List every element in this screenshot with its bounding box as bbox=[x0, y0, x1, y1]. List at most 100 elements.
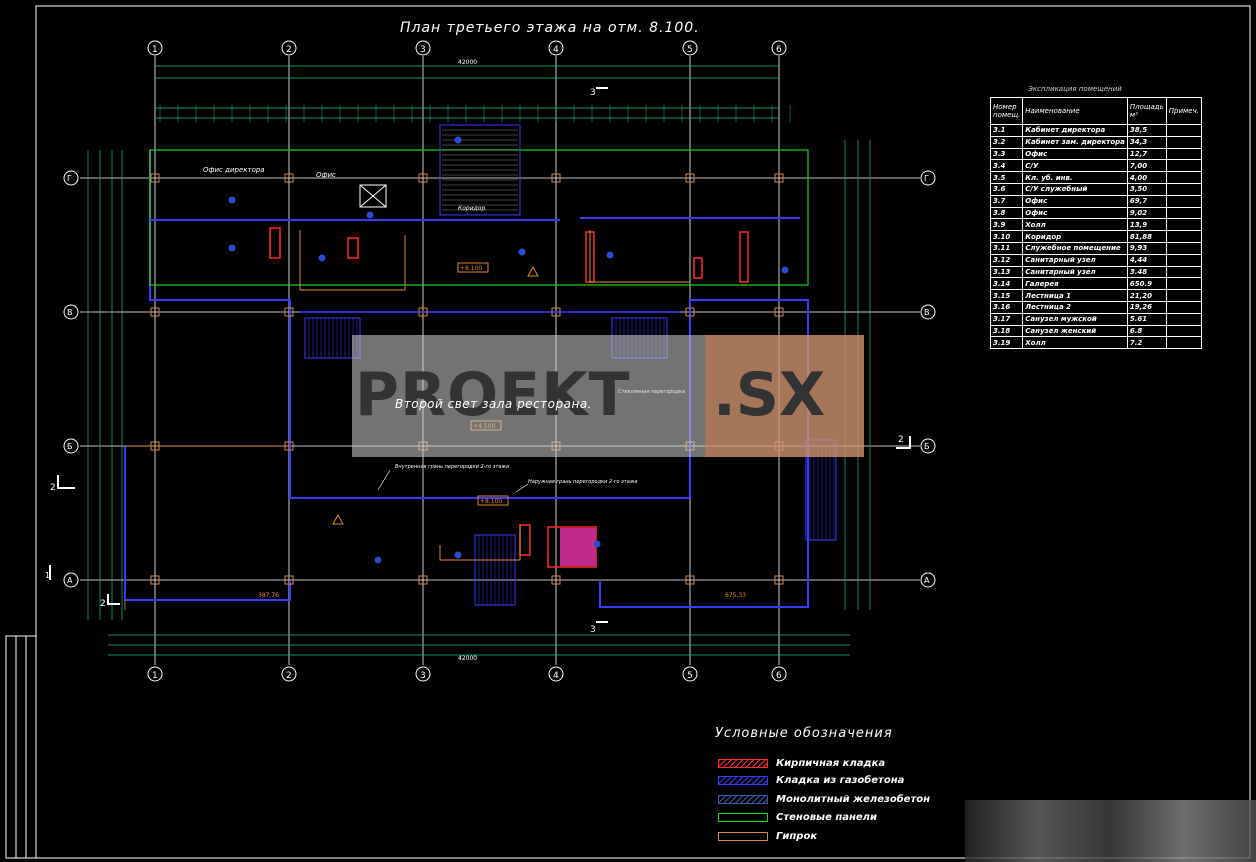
room-note bbox=[1165, 147, 1202, 161]
axis-label: 1 bbox=[152, 671, 158, 681]
room-note bbox=[1165, 124, 1202, 137]
room-name: Санузел мужской bbox=[1022, 312, 1128, 326]
leader-line bbox=[515, 483, 529, 493]
room-number: 3.1 bbox=[989, 124, 1024, 137]
room-marker bbox=[454, 551, 462, 559]
overall-dimension-top: 42000 bbox=[458, 59, 477, 66]
room-area: 21,20 bbox=[1126, 289, 1167, 302]
axis-label: Б bbox=[924, 442, 930, 451]
legend-swatch bbox=[718, 758, 768, 768]
table-row: 3.5 Кл. уб. инв. 4,00 bbox=[989, 171, 1202, 184]
room-number: 3.8 bbox=[989, 206, 1024, 220]
room-note bbox=[1165, 265, 1202, 279]
label-outer-face: Наружная грань перегородки 2-го этажа bbox=[528, 479, 637, 485]
room-name: Коридор bbox=[1022, 230, 1128, 243]
room-note bbox=[1165, 135, 1202, 149]
room-note bbox=[1165, 218, 1202, 232]
blurred-stamp bbox=[965, 800, 1256, 862]
table-row: 3.8 Офис 9,02 bbox=[989, 206, 1202, 220]
room-number: 3.15 bbox=[989, 289, 1024, 302]
room-area: 69,7 bbox=[1126, 194, 1167, 208]
room-marker bbox=[518, 248, 526, 256]
explication-table: Номер помещ. Наименование Площадь м² При… bbox=[989, 97, 1202, 350]
room-name: С/У bbox=[1022, 159, 1128, 173]
legend-swatch bbox=[718, 794, 768, 804]
table-row: 3.16 Лестница 2 19,26 bbox=[989, 300, 1202, 314]
room-marker bbox=[366, 211, 374, 219]
header-number: Номер помещ. bbox=[989, 97, 1024, 125]
table-row: 3.12 Санитарный узел 4,44 bbox=[989, 253, 1202, 267]
room-area: 34,3 bbox=[1126, 135, 1167, 149]
axis-label: А bbox=[67, 576, 73, 585]
room-number: 3.11 bbox=[989, 241, 1024, 255]
watermark-left: PROEKT bbox=[355, 360, 631, 430]
section-label: 1 bbox=[45, 571, 50, 580]
room-number: 3.13 bbox=[989, 265, 1024, 279]
wall bbox=[124, 446, 291, 601]
overall-dimension-bottom: 42000 bbox=[458, 655, 477, 662]
room-name: Кабинет директора bbox=[1022, 124, 1128, 137]
axis-label: Г bbox=[67, 174, 72, 183]
plan-title: План третьего этажа на отм. 8.100. bbox=[400, 20, 700, 36]
legend-item: Кладка из газобетона bbox=[718, 773, 904, 787]
section-label: 3 bbox=[590, 625, 596, 635]
axis-label: 6 bbox=[776, 671, 782, 681]
axis-label: 3 bbox=[420, 671, 426, 681]
room-number: 3.12 bbox=[989, 253, 1024, 267]
elevation-label: +8.100 bbox=[460, 265, 482, 272]
room-number: 3.4 bbox=[989, 159, 1024, 173]
label-second-light: Второй свет зала ресторана. bbox=[395, 397, 592, 411]
table-header: Номер помещ. Наименование Площадь м² При… bbox=[989, 97, 1202, 125]
room-note bbox=[1165, 289, 1202, 302]
legend-label: Кирпичная кладка bbox=[776, 757, 886, 769]
room-number: 3.6 bbox=[989, 182, 1024, 196]
brick-wall bbox=[347, 237, 359, 259]
axis-label: 5 bbox=[687, 671, 693, 681]
room-area: 3,50 bbox=[1126, 182, 1167, 196]
section-label: 2 bbox=[898, 435, 904, 445]
axis-label: 6 bbox=[776, 45, 782, 55]
brick-wall bbox=[519, 524, 531, 556]
table-row: 3.6 С/У служебный 3,50 bbox=[989, 182, 1202, 196]
room-note bbox=[1165, 182, 1202, 196]
axis-label: 2 bbox=[286, 671, 292, 681]
legend-item: Гипрок bbox=[718, 829, 817, 843]
room-number: 3.2 bbox=[989, 135, 1024, 149]
room-area: 81,88 bbox=[1126, 230, 1167, 243]
header-note: Примеч. bbox=[1165, 97, 1202, 125]
label-office: Офис bbox=[316, 171, 336, 179]
room-marker bbox=[228, 244, 236, 252]
room-area: 650.9 bbox=[1126, 277, 1167, 291]
room-name: Служебное помещение bbox=[1022, 241, 1128, 255]
room-area: 7.2 bbox=[1126, 336, 1167, 350]
room-name: Офис bbox=[1022, 206, 1128, 220]
label-corridor: Коридор bbox=[458, 205, 485, 212]
label-office-director: Офис директора bbox=[203, 166, 265, 174]
axis-label: 2 bbox=[286, 45, 292, 55]
partition bbox=[299, 230, 406, 291]
legend-label: Кладка из газобетона bbox=[776, 774, 905, 786]
header-name: Наименование bbox=[1022, 97, 1128, 125]
table-row: 3.4 С/У 7,00 bbox=[989, 159, 1202, 173]
axis-label: 1 bbox=[152, 45, 158, 55]
table-row: 3.19 Холл 7.2 bbox=[989, 336, 1202, 350]
axis-label: В bbox=[924, 308, 930, 317]
legend-label: Гипрок bbox=[776, 830, 818, 842]
room-name: Офис bbox=[1022, 147, 1128, 161]
room-name: Холл bbox=[1022, 218, 1128, 232]
axis-label: Г bbox=[924, 174, 929, 183]
room-marker bbox=[593, 540, 601, 548]
room-note bbox=[1165, 171, 1202, 184]
room-area: 19,26 bbox=[1126, 300, 1167, 314]
room-number: 3.16 bbox=[989, 300, 1024, 314]
legend-swatch bbox=[718, 775, 768, 785]
room-note bbox=[1165, 253, 1202, 267]
room-number: 3.14 bbox=[989, 277, 1024, 291]
room-marker bbox=[318, 254, 326, 262]
section-label: 2 bbox=[100, 599, 106, 609]
partition bbox=[589, 230, 690, 283]
brick-wall bbox=[693, 257, 703, 279]
section-mark bbox=[107, 594, 120, 605]
room-name: Санитарный узел bbox=[1022, 265, 1128, 279]
table-row: 3.11 Служебное помещение 9,93 bbox=[989, 241, 1202, 255]
